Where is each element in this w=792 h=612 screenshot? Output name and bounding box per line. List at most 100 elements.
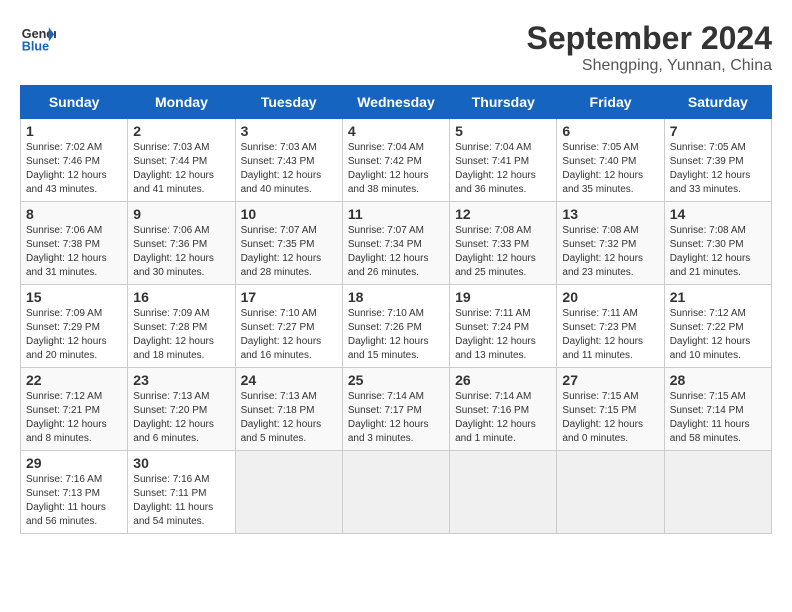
table-row: 8 Sunrise: 7:06 AMSunset: 7:38 PMDaylight… — [21, 202, 128, 285]
table-row: 16 Sunrise: 7:09 AMSunset: 7:28 PMDayligh… — [128, 285, 235, 368]
table-row: 25Sunrise: 7:14 AMSunset: 7:17 PMDayligh… — [342, 368, 449, 451]
day-info: Sunrise: 7:09 AMSunset: 7:29 PMDaylight:… — [26, 307, 122, 363]
day-number: 9 — [133, 206, 229, 222]
day-number: 10 — [241, 206, 337, 222]
col-tuesday: Tuesday — [235, 86, 342, 119]
day-number: 24 — [241, 372, 337, 388]
day-info: Sunrise: 7:07 AMSunset: 7:34 PMDaylight:… — [348, 224, 444, 280]
col-wednesday: Wednesday — [342, 86, 449, 119]
day-info: Sunrise: 7:11 AMSunset: 7:24 PMDaylight:… — [455, 307, 551, 363]
day-number: 4 — [348, 123, 444, 139]
month-title: September 2024 — [527, 20, 772, 57]
table-row: 30 Sunrise: 7:16 AMSunset: 7:11 PMDayligh… — [128, 451, 235, 534]
day-number: 16 — [133, 289, 229, 305]
day-number: 29 — [26, 455, 122, 471]
day-number: 15 — [26, 289, 122, 305]
day-info: Sunrise: 7:03 AMSunset: 7:44 PMDaylight:… — [133, 141, 229, 197]
day-info: Sunrise: 7:15 AMSunset: 7:15 PMDaylight:… — [562, 390, 658, 446]
day-info: Sunrise: 7:08 AMSunset: 7:32 PMDaylight:… — [562, 224, 658, 280]
day-number: 18 — [348, 289, 444, 305]
calendar-week-row: 8 Sunrise: 7:06 AMSunset: 7:38 PMDaylight… — [21, 202, 772, 285]
svg-text:Blue: Blue — [22, 40, 49, 54]
day-info: Sunrise: 7:05 AMSunset: 7:40 PMDaylight:… — [562, 141, 658, 197]
day-info: Sunrise: 7:06 AMSunset: 7:38 PMDaylight:… — [26, 224, 122, 280]
day-info: Sunrise: 7:09 AMSunset: 7:28 PMDaylight:… — [133, 307, 229, 363]
table-row: 5 Sunrise: 7:04 AMSunset: 7:41 PMDaylight… — [450, 119, 557, 202]
calendar-week-row: 29 Sunrise: 7:16 AMSunset: 7:13 PMDayligh… — [21, 451, 772, 534]
day-info: Sunrise: 7:11 AMSunset: 7:23 PMDaylight:… — [562, 307, 658, 363]
day-info: Sunrise: 7:13 AMSunset: 7:18 PMDaylight:… — [241, 390, 337, 446]
day-number: 3 — [241, 123, 337, 139]
table-row: 3 Sunrise: 7:03 AMSunset: 7:43 PMDaylight… — [235, 119, 342, 202]
day-info: Sunrise: 7:16 AMSunset: 7:11 PMDaylight:… — [133, 473, 229, 529]
day-info: Sunrise: 7:10 AMSunset: 7:27 PMDaylight:… — [241, 307, 337, 363]
day-info: Sunrise: 7:04 AMSunset: 7:41 PMDaylight:… — [455, 141, 551, 197]
calendar-table: Sunday Monday Tuesday Wednesday Thursday… — [20, 85, 772, 534]
day-info: Sunrise: 7:13 AMSunset: 7:20 PMDaylight:… — [133, 390, 229, 446]
table-row: 2Sunrise: 7:03 AMSunset: 7:44 PMDaylight… — [128, 119, 235, 202]
day-number: 23 — [133, 372, 229, 388]
col-sunday: Sunday — [21, 86, 128, 119]
table-row: 15 Sunrise: 7:09 AMSunset: 7:29 PMDayligh… — [21, 285, 128, 368]
table-row: 27 Sunrise: 7:15 AMSunset: 7:15 PMDayligh… — [557, 368, 664, 451]
table-row: 9Sunrise: 7:06 AMSunset: 7:36 PMDaylight… — [128, 202, 235, 285]
table-row — [450, 451, 557, 534]
day-info: Sunrise: 7:14 AMSunset: 7:17 PMDaylight:… — [348, 390, 444, 446]
table-row: 21Sunrise: 7:12 AMSunset: 7:22 PMDayligh… — [664, 285, 771, 368]
table-row: 4 Sunrise: 7:04 AMSunset: 7:42 PMDaylight… — [342, 119, 449, 202]
table-row: 10 Sunrise: 7:07 AMSunset: 7:35 PMDayligh… — [235, 202, 342, 285]
day-info: Sunrise: 7:15 AMSunset: 7:14 PMDaylight:… — [670, 390, 766, 446]
day-number: 7 — [670, 123, 766, 139]
calendar-week-row: 1 Sunrise: 7:02 AMSunset: 7:46 PMDaylight… — [21, 119, 772, 202]
location-subtitle: Shengping, Yunnan, China — [527, 57, 772, 75]
day-info: Sunrise: 7:16 AMSunset: 7:13 PMDaylight:… — [26, 473, 122, 529]
title-block: September 2024 Shengping, Yunnan, China — [527, 20, 772, 75]
day-info: Sunrise: 7:14 AMSunset: 7:16 PMDaylight:… — [455, 390, 551, 446]
table-row: 20 Sunrise: 7:11 AMSunset: 7:23 PMDayligh… — [557, 285, 664, 368]
day-number: 20 — [562, 289, 658, 305]
day-number: 1 — [26, 123, 122, 139]
day-info: Sunrise: 7:07 AMSunset: 7:35 PMDaylight:… — [241, 224, 337, 280]
day-number: 21 — [670, 289, 766, 305]
day-number: 11 — [348, 206, 444, 222]
table-row: 22 Sunrise: 7:12 AMSunset: 7:21 PMDayligh… — [21, 368, 128, 451]
table-row: 13 Sunrise: 7:08 AMSunset: 7:32 PMDayligh… — [557, 202, 664, 285]
table-row — [342, 451, 449, 534]
day-info: Sunrise: 7:02 AMSunset: 7:46 PMDaylight:… — [26, 141, 122, 197]
day-info: Sunrise: 7:03 AMSunset: 7:43 PMDaylight:… — [241, 141, 337, 197]
day-info: Sunrise: 7:08 AMSunset: 7:33 PMDaylight:… — [455, 224, 551, 280]
day-info: Sunrise: 7:12 AMSunset: 7:21 PMDaylight:… — [26, 390, 122, 446]
col-friday: Friday — [557, 86, 664, 119]
day-number: 22 — [26, 372, 122, 388]
day-number: 13 — [562, 206, 658, 222]
calendar-header-row: Sunday Monday Tuesday Wednesday Thursday… — [21, 86, 772, 119]
page-header: General Blue September 2024 Shengping, Y… — [20, 20, 772, 75]
day-number: 19 — [455, 289, 551, 305]
day-info: Sunrise: 7:10 AMSunset: 7:26 PMDaylight:… — [348, 307, 444, 363]
table-row: 24 Sunrise: 7:13 AMSunset: 7:18 PMDayligh… — [235, 368, 342, 451]
day-number: 30 — [133, 455, 229, 471]
day-number: 27 — [562, 372, 658, 388]
table-row: 26 Sunrise: 7:14 AMSunset: 7:16 PMDayligh… — [450, 368, 557, 451]
table-row: 23 Sunrise: 7:13 AMSunset: 7:20 PMDayligh… — [128, 368, 235, 451]
day-info: Sunrise: 7:08 AMSunset: 7:30 PMDaylight:… — [670, 224, 766, 280]
calendar-week-row: 15 Sunrise: 7:09 AMSunset: 7:29 PMDayligh… — [21, 285, 772, 368]
table-row — [664, 451, 771, 534]
table-row: 14 Sunrise: 7:08 AMSunset: 7:30 PMDayligh… — [664, 202, 771, 285]
calendar-week-row: 22 Sunrise: 7:12 AMSunset: 7:21 PMDayligh… — [21, 368, 772, 451]
logo-icon: General Blue — [20, 20, 56, 56]
day-number: 5 — [455, 123, 551, 139]
table-row: 28 Sunrise: 7:15 AMSunset: 7:14 PMDayligh… — [664, 368, 771, 451]
day-info: Sunrise: 7:05 AMSunset: 7:39 PMDaylight:… — [670, 141, 766, 197]
day-number: 28 — [670, 372, 766, 388]
table-row — [557, 451, 664, 534]
logo: General Blue — [20, 20, 56, 56]
day-info: Sunrise: 7:04 AMSunset: 7:42 PMDaylight:… — [348, 141, 444, 197]
day-number: 8 — [26, 206, 122, 222]
day-number: 26 — [455, 372, 551, 388]
table-row: 12 Sunrise: 7:08 AMSunset: 7:33 PMDayligh… — [450, 202, 557, 285]
day-number: 12 — [455, 206, 551, 222]
table-row — [235, 451, 342, 534]
day-number: 14 — [670, 206, 766, 222]
table-row: 7 Sunrise: 7:05 AMSunset: 7:39 PMDaylight… — [664, 119, 771, 202]
